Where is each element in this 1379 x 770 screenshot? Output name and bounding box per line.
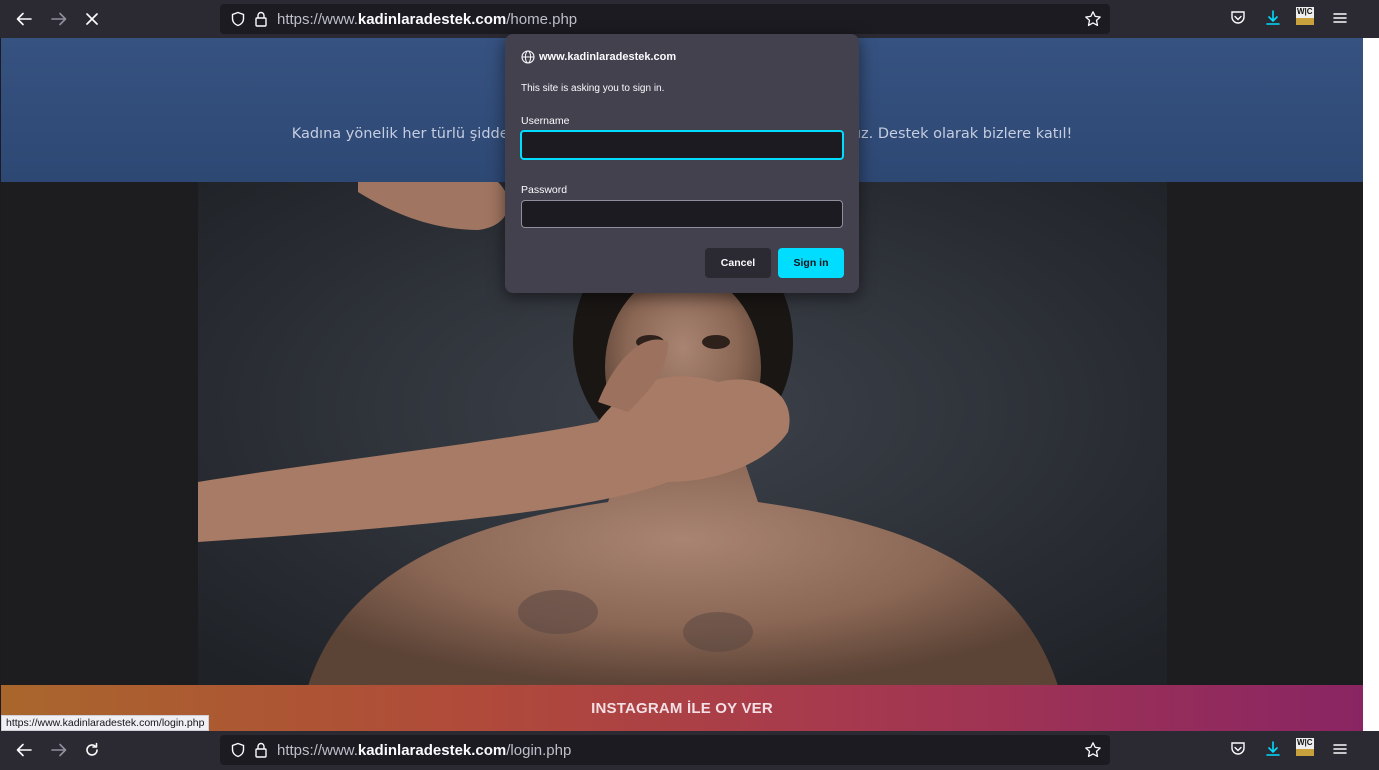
forward-arrow-icon[interactable] [45,5,73,33]
bookmark-star-icon[interactable] [1084,741,1102,764]
lock-icon[interactable] [254,742,268,763]
downloads-icon[interactable] [1264,9,1282,32]
tracking-shield-icon[interactable] [230,11,246,32]
tracking-shield-icon[interactable] [230,742,246,763]
bookmark-star-icon[interactable] [1084,10,1102,33]
url-bar[interactable]: https://www.kadinlaradestek.com/home.php [220,4,1110,34]
url-text[interactable]: https://www.kadinlaradestek.com/login.ph… [277,742,571,759]
back-arrow-icon[interactable] [10,736,38,764]
url-prefix: https://www. [277,741,358,759]
url-domain: kadinlaradestek.com [357,10,507,28]
toolbar-right-icons: W|C [1219,0,1379,38]
lock-icon[interactable] [254,11,268,32]
extension-wc-icon[interactable]: W|C [1295,737,1315,762]
password-label: Password [521,184,568,196]
hamburger-menu-icon[interactable] [1331,9,1349,32]
toolbar-right-icons: W|C [1219,731,1379,769]
extension-wc-icon[interactable]: W|C [1295,6,1315,31]
url-text[interactable]: https://www.kadinlaradestek.com/home.php [277,11,577,28]
username-label: Username [521,115,570,127]
cancel-button[interactable]: Cancel [705,248,771,278]
back-arrow-icon[interactable] [10,5,38,33]
sign-in-button[interactable]: Sign in [778,248,844,278]
forward-arrow-icon[interactable] [45,736,73,764]
dialog-message: This site is asking you to sign in. [521,83,665,94]
url-path: /login.php [506,741,572,759]
username-input[interactable] [520,130,844,160]
reload-icon[interactable] [78,736,106,764]
stop-loading-icon[interactable] [78,5,106,33]
url-path: /home.php [506,10,578,28]
downloads-icon[interactable] [1264,740,1282,763]
pocket-icon[interactable] [1229,740,1247,763]
url-bar[interactable]: https://www.kadinlaradestek.com/login.ph… [220,735,1110,765]
url-domain: kadinlaradestek.com [357,741,507,759]
sign-in-dialog: www.kadinlaradestek.com This site is ask… [505,34,859,293]
extension-badge: W|C [1297,7,1313,16]
url-prefix: https://www. [277,10,358,28]
password-input[interactable] [521,200,843,228]
globe-icon [521,50,535,64]
pocket-icon[interactable] [1229,9,1247,32]
browser-toolbar-top: https://www.kadinlaradestek.com/home.php… [0,0,1379,38]
extension-badge: W|C [1297,738,1313,747]
dialog-origin: www.kadinlaradestek.com [521,50,676,64]
status-link-tooltip: https://www.kadinlaradestek.com/login.ph… [1,715,210,731]
browser-toolbar-bottom: https://www.kadinlaradestek.com/login.ph… [0,731,1379,770]
window-edge [1363,38,1379,731]
hamburger-menu-icon[interactable] [1331,740,1349,763]
dialog-origin-text: www.kadinlaradestek.com [539,51,677,63]
